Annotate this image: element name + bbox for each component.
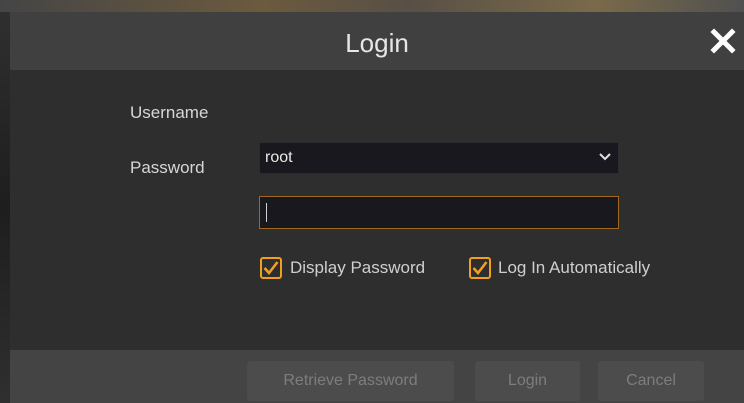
close-button[interactable] <box>706 24 740 58</box>
dialog-title: Login <box>345 28 409 58</box>
retrieve-password-button[interactable]: Retrieve Password <box>247 361 454 401</box>
password-input[interactable] <box>260 197 618 228</box>
password-field[interactable] <box>259 196 619 229</box>
text-caret <box>266 203 267 222</box>
password-label: Password <box>130 158 205 177</box>
checkbox-checked-icon <box>469 257 491 279</box>
screen: Login Username root Password Display Pas… <box>0 0 744 403</box>
close-icon <box>710 28 736 54</box>
background-video <box>0 0 744 12</box>
chevron-down-icon <box>599 153 611 161</box>
auto-login-label[interactable]: Log In Automatically <box>498 258 650 278</box>
username-label: Username <box>130 103 209 122</box>
display-password-checkbox[interactable] <box>260 257 282 279</box>
username-select[interactable]: root <box>259 142 619 174</box>
login-dialog: Login Username root Password Display Pas… <box>10 12 744 403</box>
cancel-button[interactable]: Cancel <box>598 361 704 401</box>
display-password-label[interactable]: Display Password <box>290 258 425 278</box>
checkbox-checked-icon <box>260 257 282 279</box>
auto-login-checkbox[interactable] <box>469 257 491 279</box>
username-value: root <box>265 149 293 166</box>
background-edge <box>0 12 10 403</box>
login-button[interactable]: Login <box>475 361 580 401</box>
